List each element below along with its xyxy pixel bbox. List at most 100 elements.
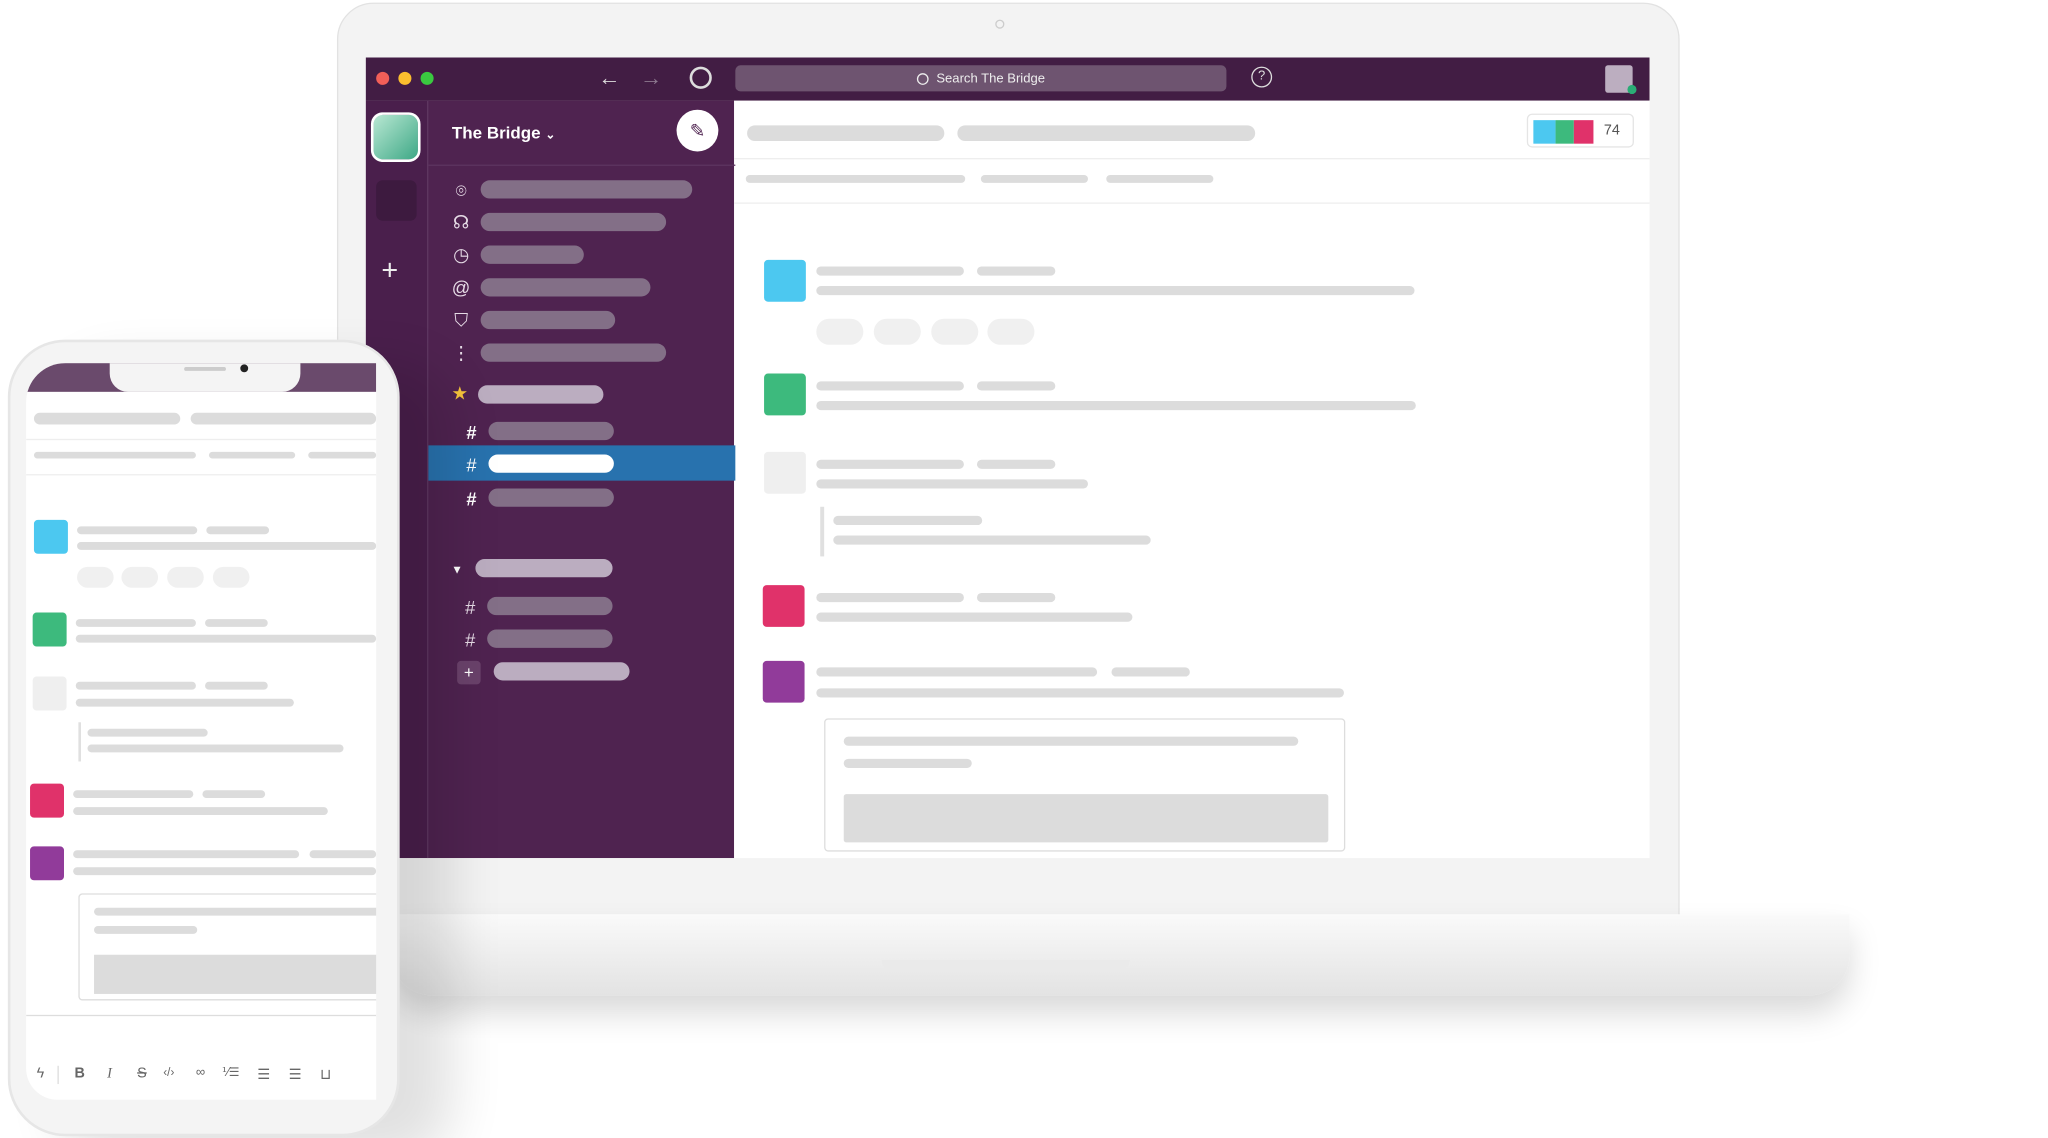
- compose-button[interactable]: ✎: [676, 109, 719, 152]
- sidebar-item-more[interactable]: [480, 343, 667, 362]
- channel-topic-placeholder: [957, 125, 1256, 142]
- message-author: [816, 592, 964, 603]
- reaction-pill[interactable]: [121, 566, 159, 588]
- italic-icon[interactable]: I: [107, 1066, 112, 1082]
- help-icon[interactable]: ?: [1251, 66, 1273, 88]
- starred-section-header[interactable]: [478, 385, 604, 404]
- message-text: [75, 698, 294, 707]
- attachment-preview[interactable]: [843, 794, 1329, 843]
- message-timestamp: [976, 381, 1056, 391]
- message-author: [816, 667, 1098, 677]
- member-count: 74: [1603, 122, 1620, 139]
- attachment-preview[interactable]: [94, 954, 377, 994]
- reaction-pill[interactable]: [873, 318, 921, 345]
- message-timestamp: [976, 459, 1056, 469]
- bullet-list-icon[interactable]: ☰: [257, 1066, 270, 1083]
- quote-border: [78, 722, 81, 762]
- phone-bookmark[interactable]: [208, 451, 296, 459]
- phone-divider: [26, 438, 377, 441]
- message-avatar[interactable]: [764, 259, 806, 302]
- back-arrow-icon[interactable]: ←: [598, 65, 620, 91]
- message-text: [75, 634, 377, 643]
- workspace-name-button[interactable]: The Bridge ⌄: [452, 123, 555, 143]
- reaction-pill[interactable]: [987, 318, 1035, 345]
- message-timestamp: [1111, 667, 1190, 677]
- bookmark-placeholder[interactable]: [745, 175, 966, 183]
- message-avatar[interactable]: [32, 676, 67, 711]
- toolbar-separator: [57, 1065, 59, 1085]
- link-icon[interactable]: ∞: [196, 1066, 205, 1080]
- message-text: [816, 286, 1415, 296]
- attachment-title: [94, 907, 377, 916]
- more-icon[interactable]: ⋮: [451, 344, 472, 362]
- phone-speaker: [184, 367, 226, 371]
- message-avatar[interactable]: [764, 373, 806, 416]
- channel-item[interactable]: [488, 421, 614, 441]
- attachment-card[interactable]: [824, 718, 1346, 852]
- message-avatar[interactable]: [762, 660, 805, 703]
- bookmark-icon[interactable]: ⛉: [451, 311, 472, 329]
- strikethrough-icon[interactable]: S: [137, 1066, 147, 1082]
- channel-item[interactable]: [487, 629, 613, 648]
- mentions-icon[interactable]: @: [451, 278, 472, 296]
- minimize-window-button[interactable]: [398, 71, 412, 85]
- attachment-card[interactable]: [78, 893, 377, 1001]
- sidebar-item-saved[interactable]: [480, 310, 616, 330]
- message-text: [816, 612, 1133, 622]
- bookmark-placeholder[interactable]: [1106, 175, 1214, 183]
- laptop-base: [391, 914, 1850, 996]
- blockquote-icon[interactable]: ☰: [289, 1066, 302, 1083]
- phone-bookmark[interactable]: [308, 451, 377, 459]
- member-avatar: [1555, 120, 1574, 144]
- member-count-button[interactable]: 74: [1526, 113, 1634, 148]
- reaction-pill[interactable]: [931, 318, 979, 345]
- member-avatar: [1533, 120, 1556, 144]
- reaction-pill[interactable]: [816, 318, 864, 345]
- huddle-icon[interactable]: ☊: [451, 213, 472, 231]
- message-avatar[interactable]: [762, 585, 805, 627]
- message-author: [73, 790, 194, 799]
- message-timestamp: [202, 790, 266, 799]
- add-workspace-icon[interactable]: +: [381, 253, 398, 287]
- channel-item[interactable]: [488, 488, 614, 507]
- sidebar-item-huddles[interactable]: [480, 212, 667, 232]
- add-channel-label[interactable]: [493, 662, 630, 681]
- workspace-icon-secondary[interactable]: [376, 180, 417, 221]
- threads-icon[interactable]: ⌾: [451, 182, 472, 200]
- search-bar[interactable]: Search The Bridge: [735, 65, 1227, 92]
- forward-arrow-icon[interactable]: →: [640, 65, 662, 91]
- message-avatar[interactable]: [30, 846, 64, 881]
- quote-text: [87, 728, 208, 737]
- caret-down-icon[interactable]: ▼: [447, 560, 468, 578]
- phone-divider: [26, 474, 377, 476]
- reaction-pill[interactable]: [212, 566, 250, 588]
- message-avatar[interactable]: [764, 451, 806, 494]
- bookmark-placeholder[interactable]: [980, 175, 1088, 183]
- channels-section-header[interactable]: [475, 559, 613, 578]
- ordered-list-icon[interactable]: ⅟☰: [222, 1066, 239, 1080]
- channel-item[interactable]: [487, 596, 613, 616]
- message-text: [816, 400, 1416, 411]
- sidebar-item-activity[interactable]: [480, 245, 584, 264]
- message-author: [77, 526, 198, 535]
- phone-bookmark[interactable]: [33, 451, 196, 459]
- add-channel-icon[interactable]: +: [457, 660, 481, 685]
- workspace-icon-the-bridge[interactable]: [370, 112, 421, 162]
- sidebar-item-mentions[interactable]: [480, 278, 651, 297]
- history-clock-icon[interactable]: [689, 66, 712, 89]
- message-text: [816, 688, 1344, 698]
- maximize-window-button[interactable]: [420, 71, 434, 85]
- message-avatar[interactable]: [30, 783, 64, 818]
- message-avatar[interactable]: [32, 612, 67, 647]
- activity-icon[interactable]: ◷: [451, 246, 472, 264]
- selected-channel-label: [488, 454, 614, 473]
- shortcut-icon[interactable]: ϟ: [37, 1066, 45, 1082]
- sidebar-item-threads[interactable]: [480, 180, 693, 199]
- code-block-icon[interactable]: ⊔: [320, 1066, 331, 1083]
- bold-icon[interactable]: B: [74, 1066, 84, 1082]
- reaction-pill[interactable]: [167, 566, 204, 588]
- close-window-button[interactable]: [376, 71, 390, 85]
- code-icon[interactable]: ‹/›: [163, 1066, 174, 1079]
- reaction-pill[interactable]: [77, 566, 114, 588]
- message-avatar[interactable]: [33, 519, 68, 554]
